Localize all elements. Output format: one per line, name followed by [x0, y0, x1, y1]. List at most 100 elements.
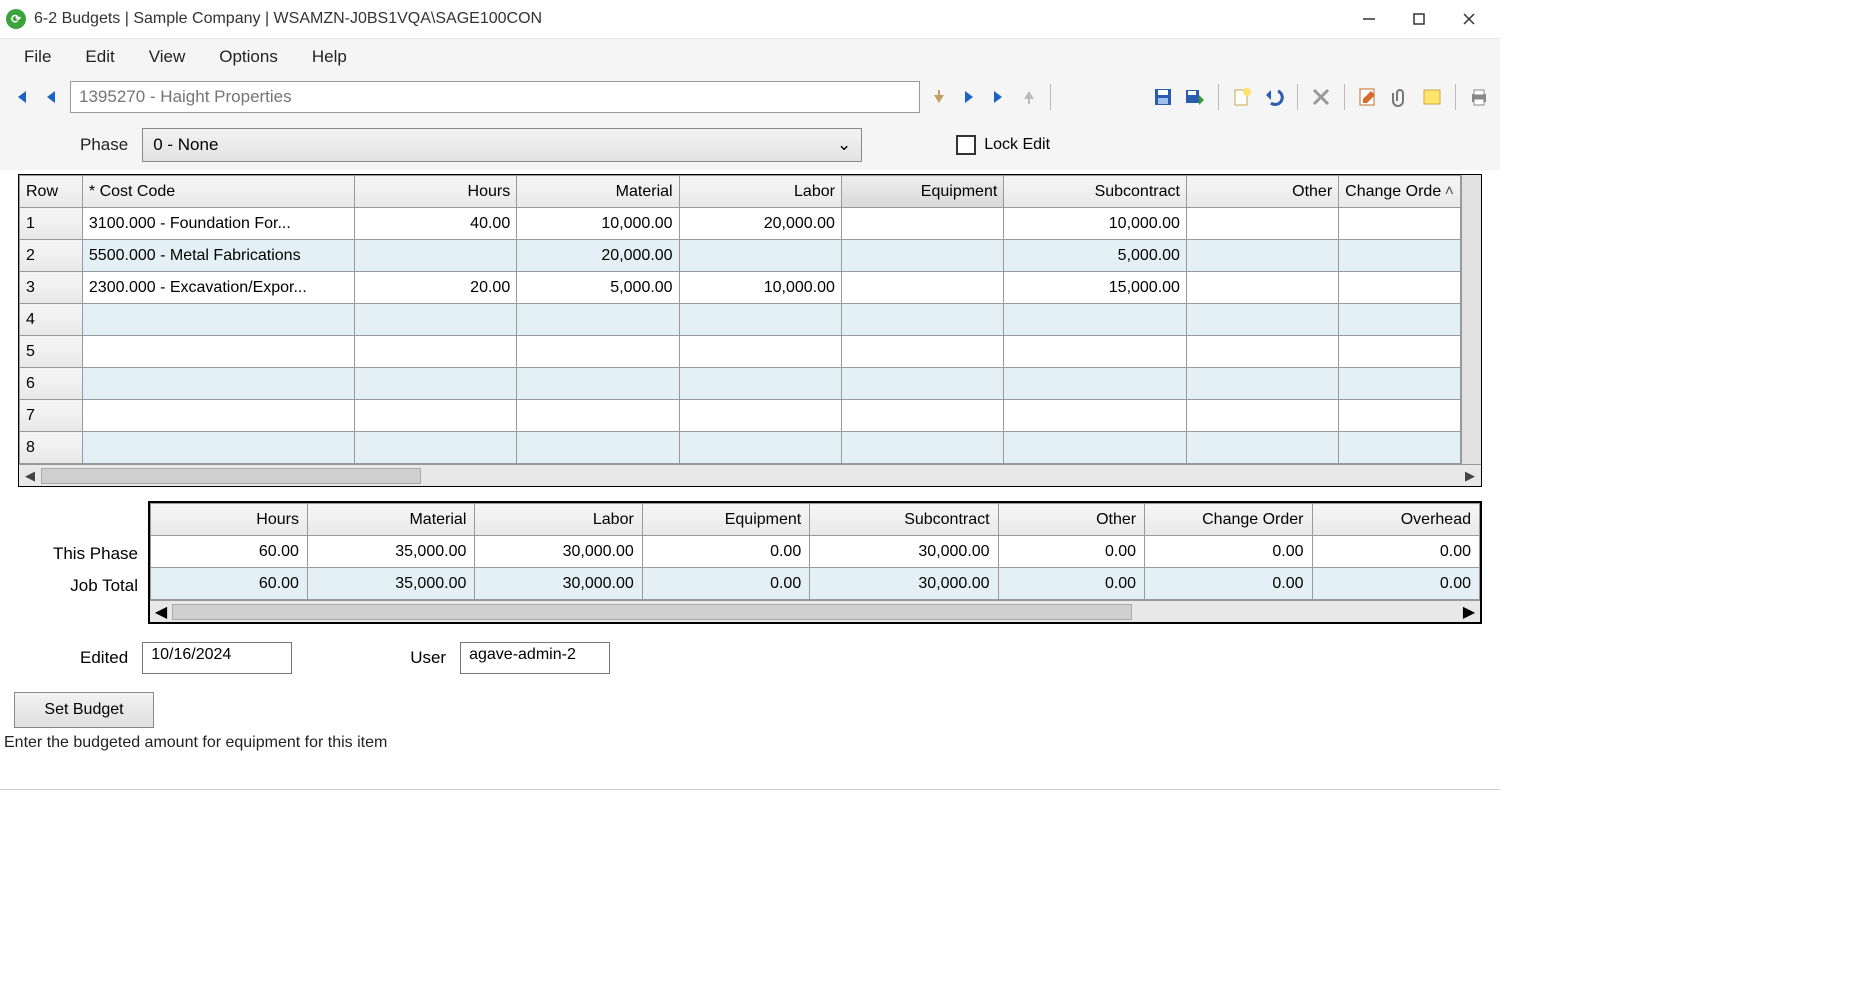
menu-help[interactable]: Help — [298, 41, 361, 73]
row-number[interactable]: 4 — [20, 304, 83, 336]
budget-table[interactable]: Row * Cost Code Hours Material Labor Equ… — [19, 175, 1461, 464]
cell-changeorder[interactable] — [1339, 336, 1461, 368]
table-row[interactable]: 8 — [20, 432, 1461, 464]
cell-material[interactable] — [517, 304, 679, 336]
table-row[interactable]: 7 — [20, 400, 1461, 432]
row-number[interactable]: 7 — [20, 400, 83, 432]
cell-costcode[interactable] — [82, 304, 354, 336]
cell-other[interactable] — [1186, 272, 1338, 304]
save-as-icon[interactable] — [1184, 86, 1206, 108]
cell-labor[interactable] — [679, 432, 841, 464]
cell-material[interactable] — [517, 432, 679, 464]
cell-material[interactable] — [517, 336, 679, 368]
table-row[interactable]: 6 — [20, 368, 1461, 400]
cell-hours[interactable]: 20.00 — [354, 272, 516, 304]
cell-subcontract[interactable] — [1004, 368, 1187, 400]
prev-record-button[interactable] — [40, 86, 62, 108]
cell-subcontract[interactable] — [1004, 304, 1187, 336]
cell-labor[interactable] — [679, 304, 841, 336]
cell-other[interactable] — [1186, 432, 1338, 464]
menu-edit[interactable]: Edit — [71, 41, 128, 73]
col-subcontract[interactable]: Subcontract — [1004, 176, 1187, 208]
scroll-right-icon[interactable]: ▶ — [1458, 602, 1480, 622]
cell-labor[interactable]: 20,000.00 — [679, 208, 841, 240]
scroll-thumb[interactable] — [172, 604, 1132, 620]
cell-other[interactable] — [1186, 208, 1338, 240]
cell-subcontract[interactable] — [1004, 400, 1187, 432]
cell-labor[interactable]: 10,000.00 — [679, 272, 841, 304]
cell-labor[interactable] — [679, 400, 841, 432]
cell-equipment[interactable] — [841, 208, 1003, 240]
edited-field[interactable]: 10/16/2024 — [142, 642, 292, 674]
cell-equipment[interactable] — [841, 400, 1003, 432]
cell-hours[interactable] — [354, 432, 516, 464]
row-number[interactable]: 2 — [20, 240, 83, 272]
col-hours[interactable]: Hours — [354, 176, 516, 208]
cell-other[interactable] — [1186, 304, 1338, 336]
cell-costcode[interactable] — [82, 432, 354, 464]
record-search-input[interactable] — [70, 81, 920, 113]
col-costcode[interactable]: * Cost Code — [82, 176, 354, 208]
cell-hours[interactable] — [354, 304, 516, 336]
row-number[interactable]: 5 — [20, 336, 83, 368]
set-budget-button[interactable]: Set Budget — [14, 692, 154, 728]
cell-other[interactable] — [1186, 336, 1338, 368]
cell-equipment[interactable] — [841, 432, 1003, 464]
print-icon[interactable] — [1468, 86, 1490, 108]
cell-costcode[interactable]: 2300.000 - Excavation/Expor... — [82, 272, 354, 304]
col-row[interactable]: Row — [20, 176, 83, 208]
first-record-button[interactable] — [10, 86, 32, 108]
cell-equipment[interactable] — [841, 304, 1003, 336]
scroll-left-icon[interactable]: ◀ — [150, 602, 172, 622]
last-record-button[interactable] — [988, 86, 1010, 108]
cell-changeorder[interactable] — [1339, 272, 1461, 304]
summary-col[interactable]: Subcontract — [810, 504, 998, 536]
cell-material[interactable]: 10,000.00 — [517, 208, 679, 240]
phase-dropdown[interactable]: 0 - None ⌄ — [142, 128, 862, 162]
table-row[interactable]: 4 — [20, 304, 1461, 336]
scroll-right-icon[interactable]: ▶ — [1459, 468, 1481, 484]
cell-changeorder[interactable] — [1339, 304, 1461, 336]
menu-view[interactable]: View — [135, 41, 200, 73]
new-icon[interactable] — [1231, 86, 1253, 108]
cell-material[interactable] — [517, 368, 679, 400]
cell-material[interactable] — [517, 400, 679, 432]
summary-col[interactable]: Equipment — [642, 504, 809, 536]
cell-equipment[interactable] — [841, 272, 1003, 304]
col-equipment[interactable]: Equipment — [841, 176, 1003, 208]
cell-changeorder[interactable] — [1339, 240, 1461, 272]
vertical-scrollbar[interactable] — [1461, 175, 1481, 464]
summary-col[interactable]: Labor — [475, 504, 642, 536]
table-row[interactable]: 25500.000 - Metal Fabrications20,000.005… — [20, 240, 1461, 272]
edit-icon[interactable] — [1357, 86, 1379, 108]
table-row[interactable]: 5 — [20, 336, 1461, 368]
minimize-button[interactable] — [1344, 4, 1394, 34]
cell-other[interactable] — [1186, 400, 1338, 432]
row-number[interactable]: 6 — [20, 368, 83, 400]
cell-material[interactable]: 5,000.00 — [517, 272, 679, 304]
cell-labor[interactable] — [679, 336, 841, 368]
cell-material[interactable]: 20,000.00 — [517, 240, 679, 272]
cell-costcode[interactable]: 3100.000 - Foundation For... — [82, 208, 354, 240]
lookup-down-button[interactable] — [928, 86, 950, 108]
cell-hours[interactable] — [354, 240, 516, 272]
next-record-button[interactable] — [958, 86, 980, 108]
cell-hours[interactable] — [354, 336, 516, 368]
col-changeorder[interactable]: Change Orde ˄ — [1339, 176, 1461, 208]
summary-col[interactable]: Change Order — [1145, 504, 1312, 536]
cell-changeorder[interactable] — [1339, 400, 1461, 432]
col-other[interactable]: Other — [1186, 176, 1338, 208]
cell-subcontract[interactable]: 10,000.00 — [1004, 208, 1187, 240]
cell-changeorder[interactable] — [1339, 432, 1461, 464]
cell-subcontract[interactable] — [1004, 336, 1187, 368]
maximize-button[interactable] — [1394, 4, 1444, 34]
cell-costcode[interactable] — [82, 368, 354, 400]
delete-icon[interactable] — [1310, 86, 1332, 108]
user-field[interactable]: agave-admin-2 — [460, 642, 610, 674]
undo-icon[interactable] — [1263, 86, 1285, 108]
summary-col[interactable]: Material — [307, 504, 474, 536]
cell-costcode[interactable]: 5500.000 - Metal Fabrications — [82, 240, 354, 272]
table-row[interactable]: 32300.000 - Excavation/Expor...20.005,00… — [20, 272, 1461, 304]
cell-subcontract[interactable] — [1004, 432, 1187, 464]
attachment-icon[interactable] — [1389, 86, 1411, 108]
